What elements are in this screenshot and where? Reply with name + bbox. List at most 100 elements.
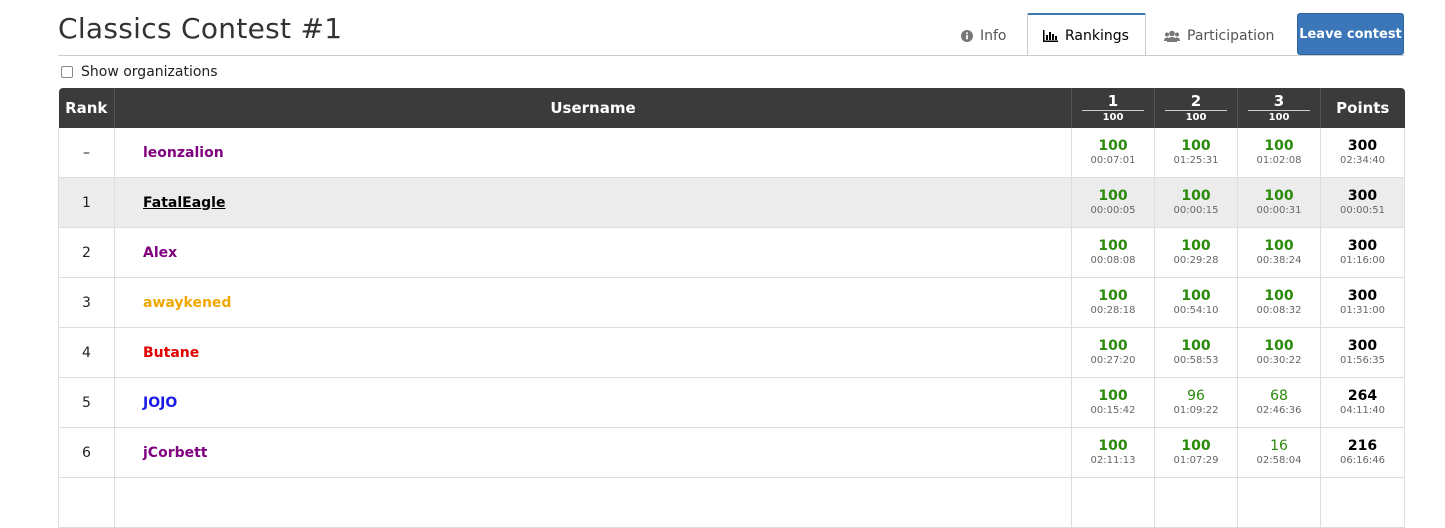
username-link[interactable]: Butane [143,345,199,361]
total-points: 300 [1347,287,1378,304]
problem-2-score-cell[interactable]: 100 01:07:29 [1154,427,1238,478]
total-points-cell: 300 01:31:00 [1320,277,1405,328]
problem-1-score-cell[interactable]: 100 00:07:01 [1071,128,1155,178]
show-organizations-checkbox[interactable] [61,66,73,78]
username-cell: leonzalion [114,128,1072,178]
username-link[interactable]: Alex [143,245,177,261]
problem-time: 02:58:04 [1256,454,1302,466]
total-points: 300 [1347,137,1378,154]
problem-3-score-cell[interactable]: 100 01:02:08 [1237,128,1321,178]
total-points-cell: 300 00:00:51 [1320,177,1405,228]
tab-info[interactable]: Info [961,17,1007,55]
tab-participation-label: Participation [1187,28,1275,44]
problem-time: 01:09:22 [1173,404,1219,416]
problem-score: 100 [1181,187,1211,204]
problem-2-score-cell[interactable]: 100 00:00:15 [1154,177,1238,228]
total-points: 300 [1347,337,1378,354]
leave-contest-button[interactable]: Leave contest [1297,13,1404,55]
problem-1-score-cell[interactable]: 100 00:00:05 [1071,177,1155,228]
problem-score: 100 [1098,387,1128,404]
total-time: 04:11:40 [1340,404,1385,416]
show-organizations-label: Show organizations [81,64,218,80]
problem-score: 100 [1098,237,1128,254]
total-points: 300 [1347,187,1378,204]
problem-score: 100 [1264,137,1294,154]
problem-1-score-cell[interactable]: 100 02:11:13 [1071,427,1155,478]
points-column-header: Points [1320,88,1405,128]
problem-time: 02:46:36 [1256,404,1302,416]
problem-2-score-cell[interactable]: 100 00:54:10 [1154,277,1238,328]
total-points-cell: 300 01:56:35 [1320,327,1405,378]
username-link[interactable]: jCorbett [143,445,208,461]
problem-2-score-cell[interactable]: 100 01:25:31 [1154,128,1238,178]
username-cell: awaykened [114,277,1072,328]
problem-number: 3 [1273,92,1285,110]
rank-cell: – [58,128,115,178]
username-cell [114,477,1072,528]
show-organizations-toggle[interactable]: Show organizations [61,64,218,80]
rank-cell: 6 [58,427,115,478]
username-cell: jCorbett [114,427,1072,478]
problem-time: 00:30:22 [1256,354,1302,366]
problem-3-column-header[interactable]: 3 100 [1237,88,1321,128]
problem-score: 100 [1098,137,1128,154]
problem-time: 00:15:42 [1090,404,1136,416]
problem-points: 100 [1102,112,1124,123]
table-row: 5 JOJO 100 00:15:42 96 01:09:22 68 02:46:36 264 0… [58,377,1405,428]
problem-score: 16 [1270,437,1288,454]
problem-2-score-cell[interactable]: 96 01:09:22 [1154,377,1238,428]
problem-score: 100 [1264,187,1294,204]
users-icon [1164,30,1180,42]
page-title: Classics Contest #1 [58,12,343,45]
total-points-cell [1320,477,1405,528]
problem-time: 00:54:10 [1173,304,1219,316]
total-time: 02:34:40 [1340,154,1385,166]
bar-chart-icon [1043,29,1058,42]
problem-points: 100 [1185,112,1207,123]
problem-time: 00:08:08 [1090,254,1136,266]
tab-participation[interactable]: Participation [1164,17,1274,55]
problem-3-score-cell[interactable]: 68 02:46:36 [1237,377,1321,428]
problem-3-score-cell[interactable]: 100 00:30:22 [1237,327,1321,378]
username-link[interactable]: FatalEagle [143,195,225,211]
problem-1-score-cell[interactable]: 100 00:15:42 [1071,377,1155,428]
total-points-cell: 300 02:34:40 [1320,128,1405,178]
tab-rankings[interactable]: Rankings [1027,13,1146,56]
problem-1-score-cell[interactable]: 100 00:28:18 [1071,277,1155,328]
table-row [58,477,1405,528]
problem-time: 00:00:31 [1256,204,1302,216]
problem-1-column-header[interactable]: 1 100 [1071,88,1155,128]
problem-score: 100 [1264,237,1294,254]
table-row: 4 Butane 100 00:27:20 100 00:58:53 100 00:30:22… [58,327,1405,378]
problem-3-score-cell[interactable]: 100 00:08:32 [1237,277,1321,328]
username-link[interactable]: awaykened [143,295,231,311]
problem-time: 00:08:32 [1256,304,1302,316]
problem-number: 2 [1190,92,1202,110]
problem-time: 01:25:31 [1173,154,1219,166]
problem-1-score-cell[interactable] [1071,477,1155,528]
header-divider [58,55,1404,56]
problem-2-score-cell[interactable]: 100 00:29:28 [1154,227,1238,278]
problem-1-score-cell[interactable]: 100 00:08:08 [1071,227,1155,278]
problem-3-score-cell[interactable]: 100 00:00:31 [1237,177,1321,228]
problem-2-score-cell[interactable] [1154,477,1238,528]
problem-2-column-header[interactable]: 2 100 [1154,88,1238,128]
problem-time: 00:29:28 [1173,254,1219,266]
problem-3-score-cell[interactable] [1237,477,1321,528]
username-link[interactable]: leonzalion [143,145,224,161]
problem-1-score-cell[interactable]: 100 00:27:20 [1071,327,1155,378]
total-time: 01:16:00 [1340,254,1385,266]
table-row: 6 jCorbett 100 02:11:13 100 01:07:29 16 02:58:0… [58,427,1405,478]
problem-3-score-cell[interactable]: 16 02:58:04 [1237,427,1321,478]
table-row: 1 FatalEagle 100 00:00:05 100 00:00:15 100 00:0… [58,177,1405,228]
problem-score: 100 [1181,337,1211,354]
problem-3-score-cell[interactable]: 100 00:38:24 [1237,227,1321,278]
username-link[interactable]: JOJO [143,395,177,411]
problem-score: 100 [1098,187,1128,204]
problem-2-score-cell[interactable]: 100 00:58:53 [1154,327,1238,378]
rank-cell: 4 [58,327,115,378]
problem-score: 100 [1264,287,1294,304]
problem-score: 100 [1264,337,1294,354]
total-points-cell: 216 06:16:46 [1320,427,1405,478]
total-time: 01:56:35 [1340,354,1385,366]
